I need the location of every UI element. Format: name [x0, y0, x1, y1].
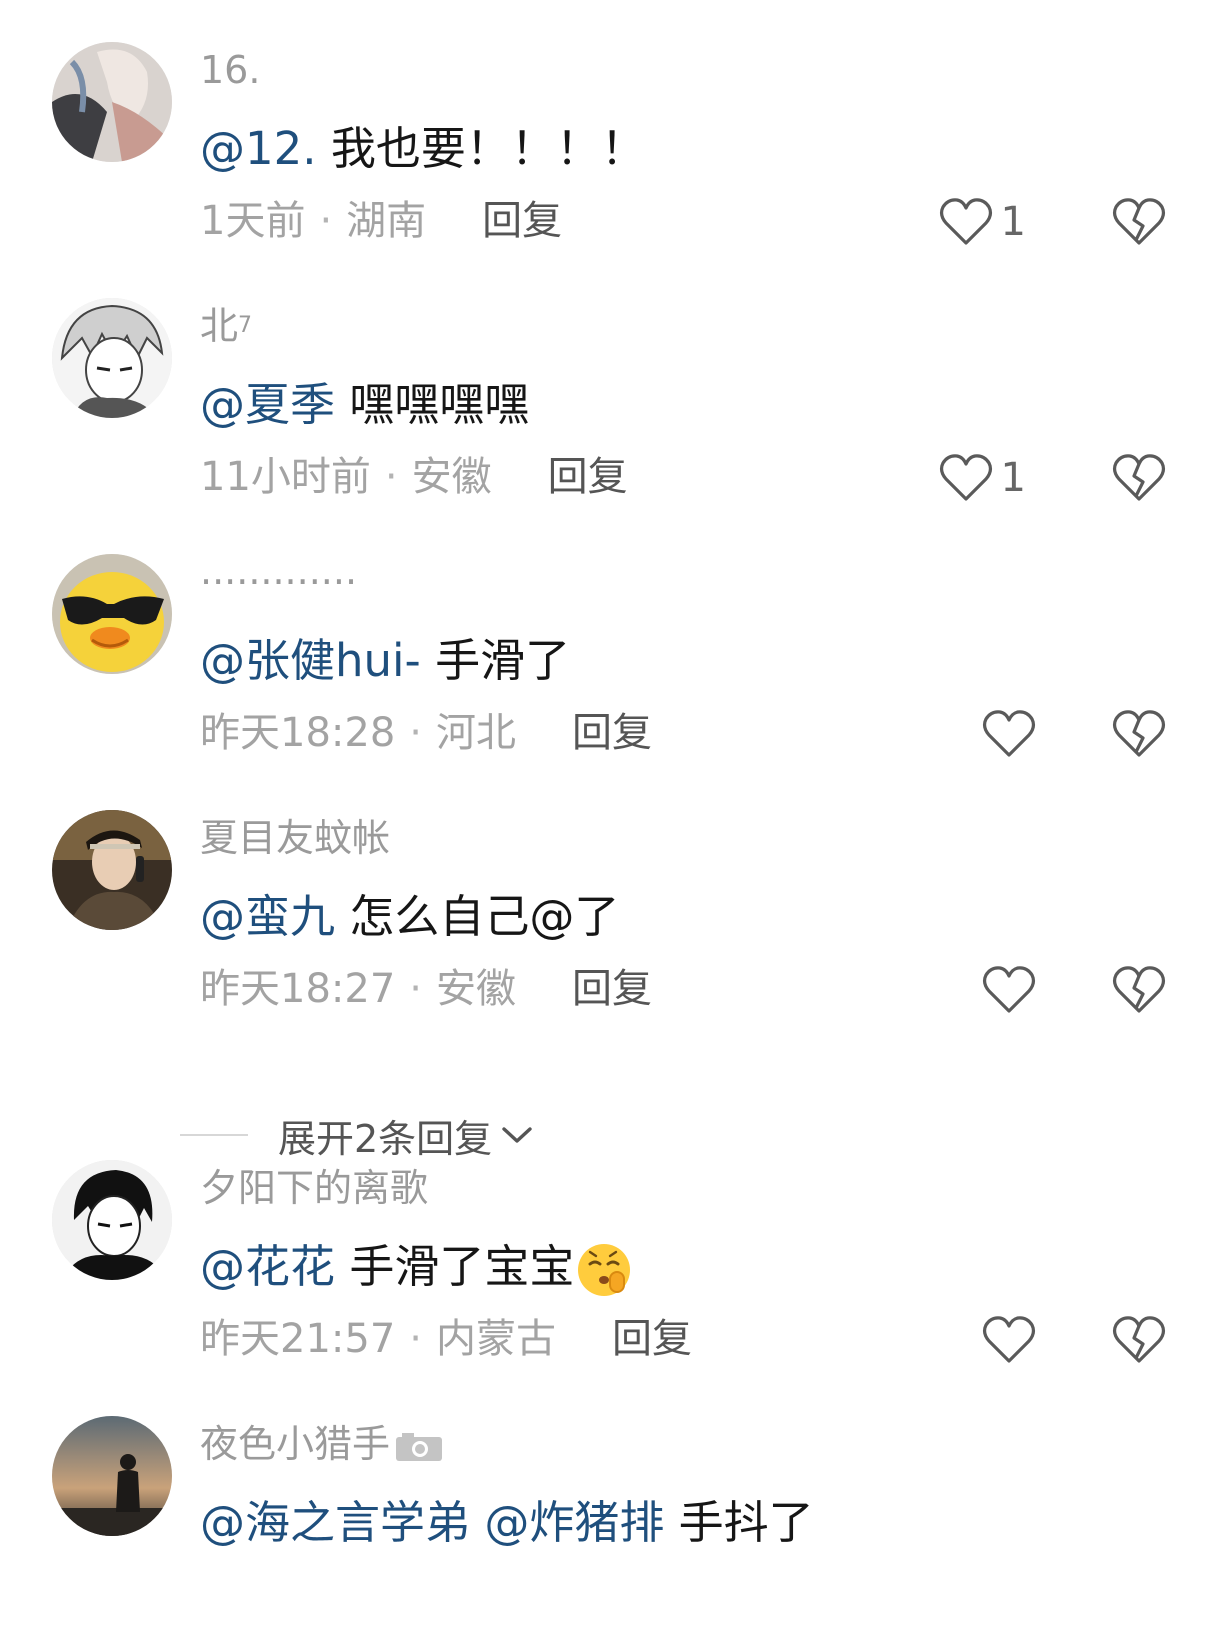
- broken-heart-icon: [1112, 454, 1166, 501]
- dislike-button[interactable]: [1112, 452, 1166, 508]
- comment-content: 手抖了: [678, 1496, 814, 1549]
- mention-link[interactable]: @蛮九: [200, 890, 335, 943]
- comment-location: 湖南: [346, 198, 427, 244]
- like-button[interactable]: 1: [939, 452, 1026, 504]
- comment-location: 安徽: [436, 966, 516, 1012]
- like-button[interactable]: 1: [939, 196, 1026, 248]
- comment-meta: 11小时前 · 安徽 回复: [200, 450, 628, 504]
- meta-separator: ·: [409, 1316, 422, 1362]
- comment-content: 怎么自己@了: [349, 890, 620, 943]
- comment-time: 昨天21:57: [200, 1316, 396, 1362]
- meta-separator: ·: [384, 454, 398, 500]
- comment-time: 昨天18:27: [200, 966, 396, 1012]
- meta-separator: ·: [319, 198, 333, 244]
- meta-separator: ·: [409, 710, 422, 756]
- mention-link[interactable]: @海之言学弟: [200, 1496, 470, 1549]
- sunset-silhouette-avatar: [52, 1416, 172, 1536]
- reply-button[interactable]: 回复: [482, 198, 562, 244]
- comment-meta: 昨天18:27 · 安徽 回复: [200, 962, 652, 1016]
- chevron-down-icon: [502, 1127, 532, 1143]
- reply-button[interactable]: 回复: [612, 1316, 692, 1362]
- dislike-button[interactable]: [1112, 1314, 1166, 1370]
- broken-heart-icon: [1112, 198, 1166, 245]
- mention-link[interactable]: @花花: [200, 1240, 335, 1293]
- user-avatar[interactable]: [52, 42, 172, 162]
- comment-content: 手滑了宝宝: [349, 1240, 575, 1293]
- comment-meta: 昨天18:28 · 河北 回复: [200, 706, 652, 760]
- yellow-duck-sunglasses-avatar: [52, 554, 172, 674]
- user-avatar[interactable]: [52, 1416, 172, 1536]
- like-button[interactable]: [982, 1314, 1036, 1366]
- comment-location: 安徽: [411, 454, 492, 500]
- comment-text: @夏季 嘿嘿嘿嘿: [200, 376, 529, 434]
- heart-icon: [982, 966, 1036, 1013]
- comment-text: @花花 手滑了宝宝: [200, 1238, 632, 1298]
- mention-link[interactable]: @张健hui-: [200, 634, 421, 687]
- broken-heart-icon: [1112, 710, 1166, 757]
- username[interactable]: ·············: [200, 558, 357, 606]
- heart-icon: [939, 454, 992, 501]
- user-avatar[interactable]: [52, 298, 172, 418]
- comment-content: 嘿嘿嘿嘿: [349, 378, 530, 431]
- username-superscript: 7: [238, 313, 253, 338]
- mention-link[interactable]: @12.: [200, 122, 317, 175]
- username[interactable]: 夏目友蚊帐: [200, 814, 390, 862]
- comment-content: 我也要！！！！: [330, 122, 646, 175]
- camera-icon: [396, 1432, 443, 1461]
- mention-link[interactable]: @炸猪排: [484, 1496, 664, 1549]
- like-button[interactable]: [982, 964, 1036, 1016]
- dislike-button[interactable]: [1112, 196, 1166, 252]
- dislike-button[interactable]: [1112, 964, 1166, 1020]
- expand-replies-label: 展开2条回复: [278, 1116, 493, 1161]
- heart-icon: [982, 1316, 1036, 1363]
- username[interactable]: 夕阳下的离歌: [200, 1164, 428, 1212]
- username[interactable]: 北7: [200, 302, 252, 350]
- username[interactable]: 夜色小猎手: [200, 1420, 444, 1468]
- heart-icon: [939, 198, 992, 245]
- expand-replies-button[interactable]: 展开2条回复: [180, 1108, 534, 1162]
- comment-time: 1天前: [200, 198, 306, 244]
- comment-text: @12. 我也要！！！！: [200, 120, 646, 178]
- divider-line: [180, 1134, 248, 1136]
- reply-button[interactable]: 回复: [572, 966, 652, 1012]
- username[interactable]: 16.: [200, 46, 260, 94]
- comment-content: 手滑了: [435, 634, 571, 687]
- comment-location: 内蒙古: [436, 1316, 556, 1362]
- user-avatar[interactable]: [52, 810, 172, 930]
- comment-text: @张健hui- 手滑了: [200, 632, 570, 690]
- broken-heart-icon: [1112, 1316, 1166, 1363]
- comment-time: 11小时前: [200, 454, 371, 500]
- anime-boy-avatar: [52, 1160, 172, 1280]
- comment-location: 河北: [436, 710, 516, 756]
- mention-link[interactable]: @夏季: [200, 378, 335, 431]
- reply-button[interactable]: 回复: [548, 454, 628, 500]
- like-count: 1: [1000, 455, 1026, 501]
- costume-portrait-avatar: [52, 810, 172, 930]
- shushing-face-emoji: [578, 1244, 631, 1296]
- illustrated-figure-avatar: [52, 42, 172, 162]
- broken-heart-icon: [1112, 966, 1166, 1013]
- heart-icon: [982, 710, 1036, 757]
- user-avatar[interactable]: [52, 554, 172, 674]
- meta-separator: ·: [409, 966, 422, 1012]
- like-count: 1: [1000, 199, 1026, 245]
- reply-button[interactable]: 回复: [572, 710, 652, 756]
- username-text: 北: [200, 304, 239, 348]
- manga-boy-avatar: [52, 298, 172, 418]
- comment-meta: 昨天21:57 · 内蒙古 回复: [200, 1312, 692, 1366]
- user-avatar[interactable]: [52, 1160, 172, 1280]
- username-text: 夜色小猎手: [200, 1422, 391, 1466]
- like-button[interactable]: [982, 708, 1036, 760]
- comment-meta: 1天前 · 湖南 回复: [200, 194, 562, 248]
- comment-text: @海之言学弟 @炸猪排 手抖了: [200, 1494, 814, 1552]
- dislike-button[interactable]: [1112, 708, 1166, 764]
- comment-time: 昨天18:28: [200, 710, 396, 756]
- comment-text: @蛮九 怎么自己@了: [200, 888, 619, 946]
